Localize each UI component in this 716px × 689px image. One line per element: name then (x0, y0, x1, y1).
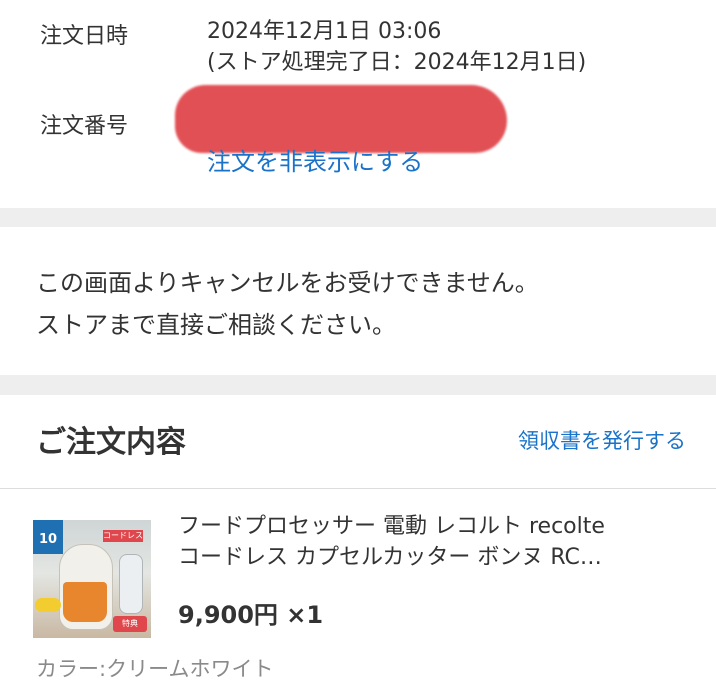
banana-image (35, 598, 61, 612)
product-price: 9,900円 ×1 (178, 601, 324, 629)
product-item[interactable]: 10 コードレス 特典 フードプロセッサー 電動 レコルト recolte コー… (0, 489, 716, 689)
cancel-notice-line1: この画面よりキャンセルをお受けできません。 (36, 269, 539, 297)
cancel-notice-section: この画面よりキャンセルをお受けできません。 ストアまで直接ご相談ください。 (0, 227, 716, 375)
section-divider (0, 208, 716, 227)
product-name-line1: フードプロセッサー 電動 レコルト recolte (178, 514, 605, 539)
order-contents-title: ご注文内容 (36, 425, 186, 460)
points-badge: 10 (33, 520, 63, 554)
bottle-image (119, 554, 143, 614)
order-info-section: 注文日時 2024年12月1日 03:06 (ストア処理完了日：2024年12月… (0, 0, 716, 208)
cordless-tag: コードレス (103, 530, 143, 542)
hide-order-link[interactable]: 注文を非表示にする (207, 142, 423, 177)
order-date-label: 注文日時 (40, 24, 129, 49)
bonus-tag: 特典 (113, 616, 147, 632)
issue-receipt-link[interactable]: 領収書を発行する (518, 425, 686, 455)
product-name-line2: コードレス カプセルカッター ボンヌ RC… (178, 545, 602, 570)
section-divider (0, 375, 716, 395)
product-name[interactable]: フードプロセッサー 電動 レコルト recolte コードレス カプセルカッター… (178, 511, 688, 573)
order-date-value: 2024年12月1日 03:06 (ストア処理完了日：2024年12月1日) (207, 16, 586, 78)
product-thumbnail[interactable]: 10 コードレス 特典 (33, 520, 151, 638)
order-date-text: 2024年12月1日 03:06 (207, 19, 442, 44)
product-color: カラー:クリームホワイト (36, 657, 274, 681)
cancel-notice-line2: ストアまで直接ご相談ください。 (36, 311, 396, 339)
order-number-label: 注文番号 (40, 114, 129, 139)
food-contents-image (63, 582, 107, 622)
store-processed-date: (ストア処理完了日：2024年12月1日) (207, 50, 587, 75)
order-contents-header: ご注文内容 領収書を発行する (0, 395, 716, 489)
